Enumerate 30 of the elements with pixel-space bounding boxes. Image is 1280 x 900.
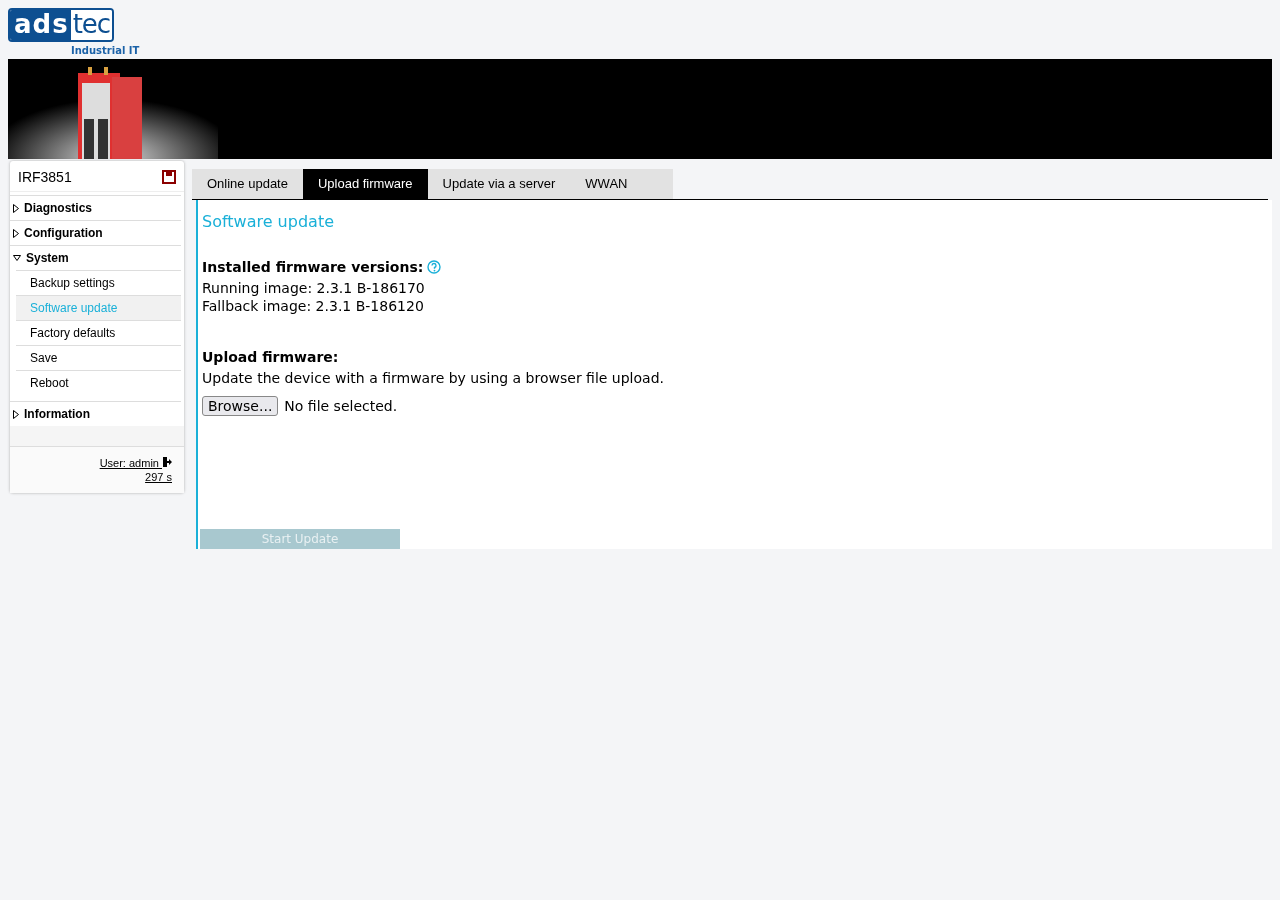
logout-icon[interactable] [162, 457, 172, 467]
tab[interactable]: Online update [192, 169, 303, 199]
nav-item[interactable]: Save [16, 345, 181, 370]
page-title: Software update [202, 212, 335, 231]
company-logo: ads tec [8, 8, 115, 42]
tab[interactable]: Update via a server [427, 169, 571, 199]
nav-section[interactable]: System [10, 245, 181, 270]
caret-down-icon [13, 255, 21, 261]
help-icon[interactable] [427, 260, 442, 274]
device-name: IRF3851 [18, 169, 72, 185]
tab[interactable]: Upload firmware [302, 169, 428, 199]
caret-right-icon [13, 228, 19, 238]
logo-tagline: Industrial IT [71, 45, 141, 57]
save-icon[interactable] [162, 170, 176, 184]
nav-item[interactable]: Reboot [16, 370, 181, 395]
file-status: No file selected. [284, 398, 398, 414]
running-image-text: Running image: 2.3.1 B-186170 [202, 279, 426, 297]
fallback-image-text: Fallback image: 2.3.1 B-186120 [202, 297, 425, 315]
user-link[interactable]: User: admin [99, 457, 162, 469]
nav-item[interactable]: Factory defaults [16, 320, 181, 345]
nav-section[interactable]: Configuration [10, 220, 181, 245]
upload-description: Update the device with a firmware by using a browser file upload. [202, 369, 665, 387]
session-timer[interactable]: 297 s [145, 471, 172, 483]
section-heading: Upload firmware: [202, 349, 339, 365]
nav-section[interactable]: Diagnostics [10, 195, 181, 220]
browse-button[interactable]: Browse... [202, 396, 279, 416]
caret-right-icon [13, 203, 19, 213]
caret-right-icon [13, 409, 19, 419]
section-heading: Installed firmware versions: [202, 259, 424, 275]
tab[interactable]: WWAN [570, 169, 643, 199]
